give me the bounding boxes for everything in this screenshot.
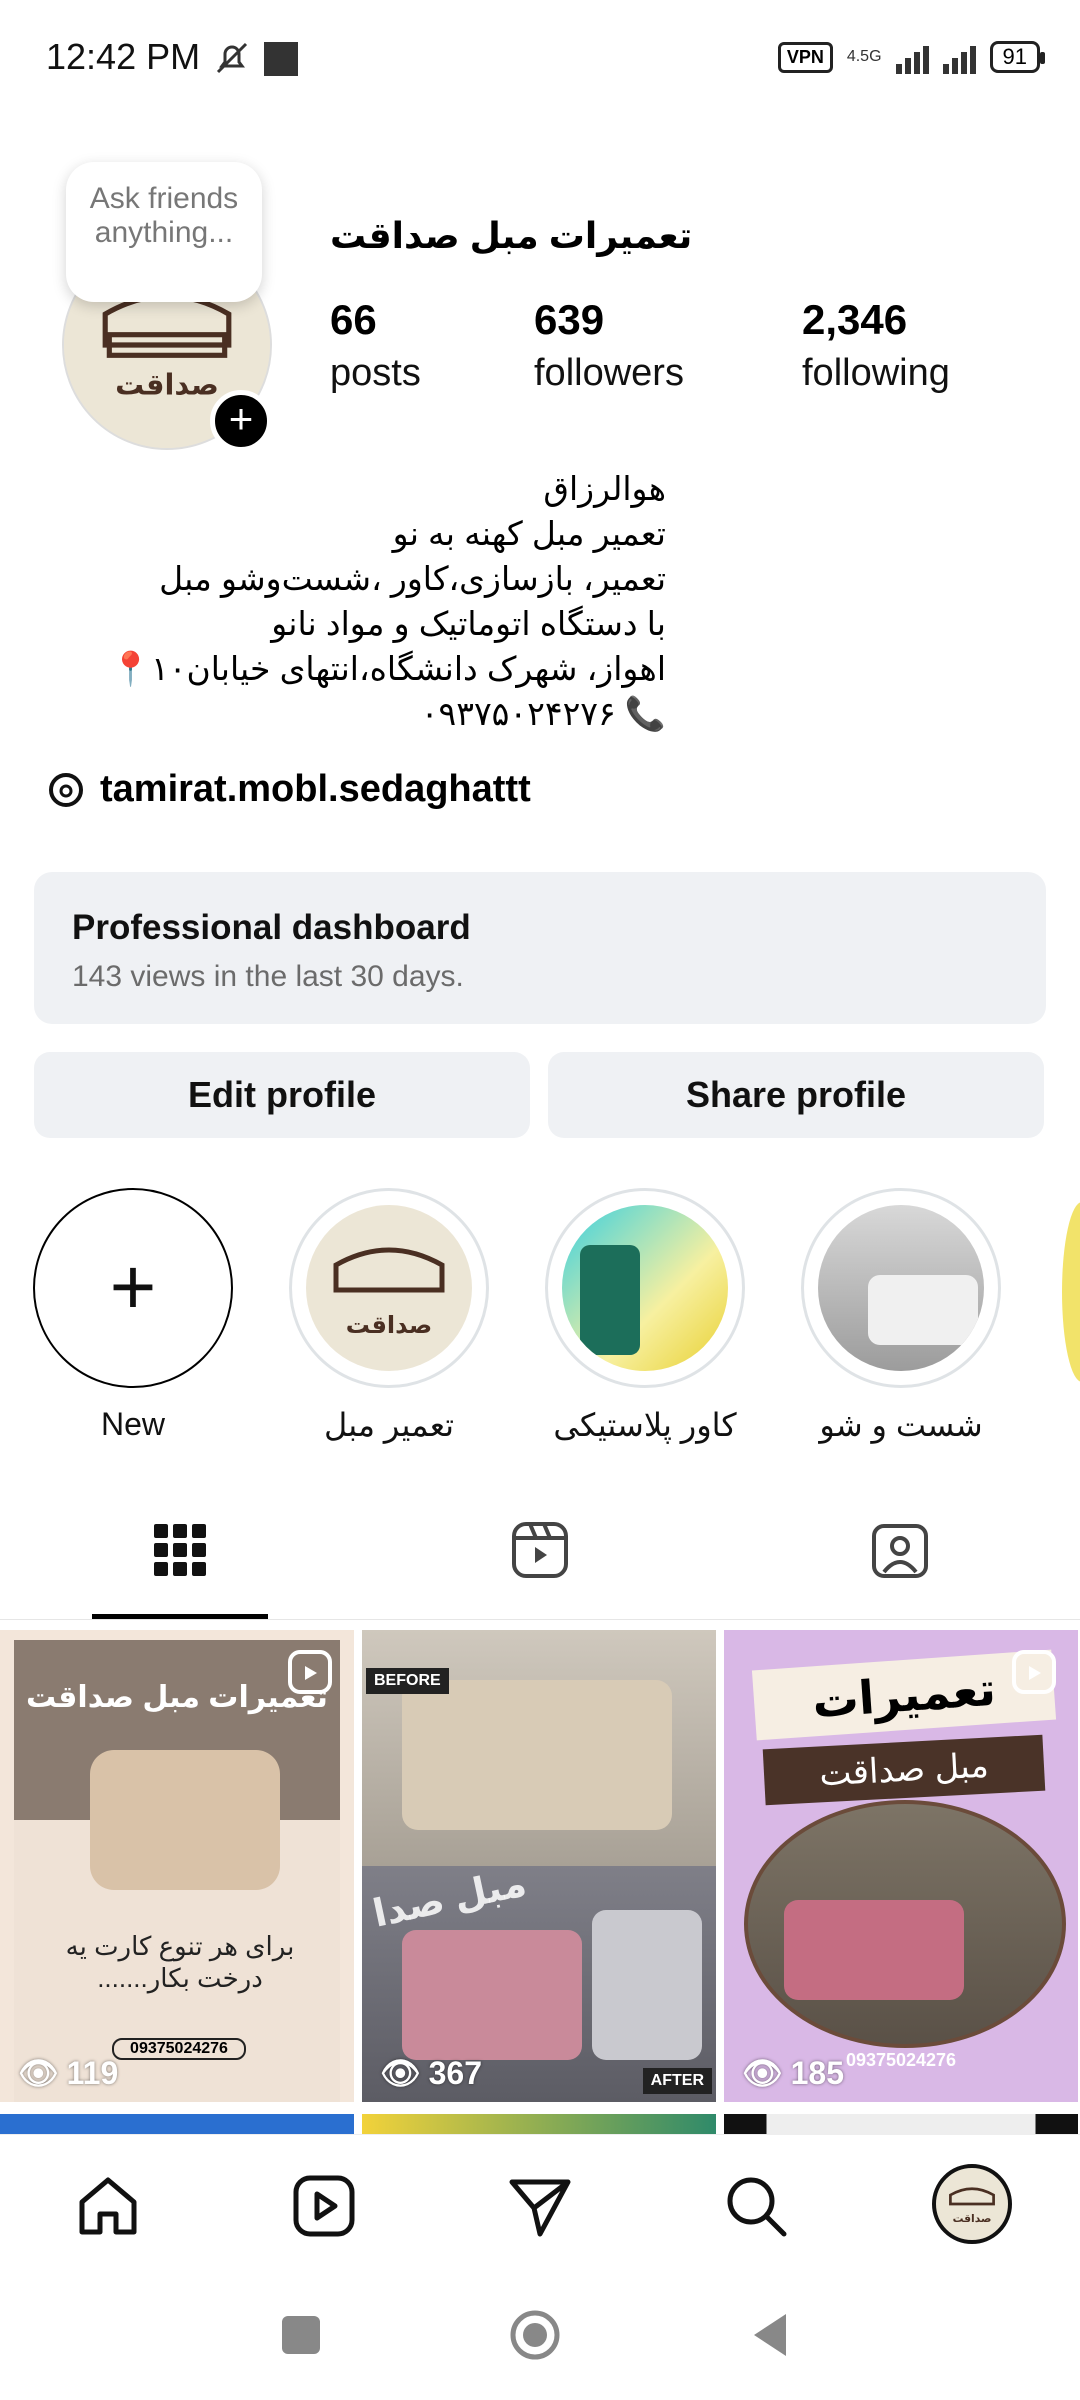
home-icon[interactable] <box>74 2172 142 2240</box>
note-bubble[interactable]: Ask friends anything... <box>66 162 262 302</box>
grid-tab-icon[interactable] <box>150 1520 210 1580</box>
bio-line: اهواز، شهرک دانشگاه،انتهای خیابان۱۰📍 <box>109 650 666 687</box>
threads-icon <box>49 772 83 807</box>
network-type: 4.5G <box>846 48 882 65</box>
post-caption: برای هر تنوع کارت یه درخت بکار....... <box>65 1931 295 1993</box>
profile-bio: هوالرزاق تعمیر مبل کهنه به نو تعمیر، باز… <box>46 466 666 736</box>
battery-indicator: 91 <box>989 41 1046 73</box>
recents-button[interactable] <box>282 2316 320 2354</box>
threads-handle: tamirat.mobl.sedaghattt <box>100 768 531 810</box>
post-views: 👁 185 <box>742 2054 845 2092</box>
profile-avatar-icon[interactable]: صداقت <box>932 2164 1012 2244</box>
stat-followers[interactable]: 639 followers <box>534 296 684 395</box>
dashboard-title: Professional dashboard <box>72 908 471 947</box>
posts-count: 66 <box>330 296 377 343</box>
bio-line: با دستگاه اتوماتیک و مواد نانو <box>271 605 666 642</box>
highlight-label: تعمیر مبل <box>323 1407 455 1443</box>
signal-icon <box>895 40 929 74</box>
bio-line: هوالرزاق <box>543 470 666 507</box>
following-label: following <box>802 352 950 394</box>
profile-name: تعمیرات مبل صداقت <box>330 215 693 256</box>
before-tag: BEFORE <box>366 1668 449 1694</box>
back-button[interactable] <box>750 2310 790 2360</box>
dashboard-subtitle: 143 views in the last 30 days. <box>72 960 464 993</box>
highlight-label: شست و شو <box>819 1407 983 1443</box>
tab-divider <box>0 1619 1080 1620</box>
bio-line: تعمیر، بازسازی،کاور ،شست‌وشو مبل <box>159 560 666 597</box>
bio-line: ۰۹۳۷۵۰۲۴۲۷۶ 📞 <box>420 695 666 732</box>
highlight-image <box>818 1205 984 1371</box>
highlight-3[interactable]: شست و شو <box>798 1188 1004 1444</box>
post-3[interactable]: تعمیرات مبل صداقت 09375024276 👁 185 <box>724 1630 1078 2102</box>
post-1[interactable]: تعمیرات مبل صداقت برای هر تنوع کارت یه د… <box>0 1630 354 2102</box>
eye-icon: 👁 <box>380 2055 421 2091</box>
post-title: تعمیرات <box>751 1649 1057 1741</box>
signal-icon-2 <box>942 40 976 74</box>
post-4-partial[interactable] <box>0 2114 354 2134</box>
post-6-partial[interactable] <box>724 2114 1078 2134</box>
add-story-icon[interactable]: + <box>210 390 272 452</box>
post-2[interactable]: BEFORE AFTER مبل صدا 👁 367 <box>362 1630 716 2102</box>
svg-text:صداقت: صداقت <box>115 367 219 401</box>
post-phone: 09375024276 <box>112 2038 246 2060</box>
post-views: 👁 367 <box>380 2054 483 2092</box>
followers-label: followers <box>534 352 684 394</box>
bio-line: تعمیر مبل کهنه به نو <box>392 515 666 552</box>
home-button[interactable] <box>510 2310 560 2360</box>
highlight-partial[interactable] <box>1062 1202 1080 1382</box>
reel-badge-icon <box>1012 1650 1056 1694</box>
vpn-badge: VPN <box>777 41 833 73</box>
threads-link[interactable]: tamirat.mobl.sedaghattt <box>46 768 531 811</box>
notification-square-icon <box>264 42 298 76</box>
professional-dashboard[interactable]: Professional dashboard 143 views in the … <box>34 872 1046 1024</box>
post-5-partial[interactable] <box>362 2114 716 2134</box>
posts-label: posts <box>330 352 421 394</box>
highlight-1[interactable]: صداقت تعمیر مبل <box>286 1188 492 1444</box>
status-icons: VPN 4.5G 91 <box>777 40 1046 74</box>
stat-posts[interactable]: 66 posts <box>330 296 421 395</box>
highlight-label: کاور پلاستیکی <box>553 1407 737 1443</box>
highlight-label: New <box>100 1406 165 1442</box>
highlight-2[interactable]: کاور پلاستیکی <box>542 1188 748 1444</box>
reels-nav-icon[interactable] <box>290 2172 358 2240</box>
following-count: 2,346 <box>802 296 908 343</box>
search-icon[interactable] <box>722 2172 790 2240</box>
eye-icon: 👁 <box>18 2055 59 2091</box>
after-tag: AFTER <box>642 2068 712 2094</box>
eye-icon: 👁 <box>742 2055 783 2091</box>
post-views: 👁 119 <box>18 2054 119 2092</box>
followers-count: 639 <box>534 296 605 343</box>
highlight-image <box>562 1205 728 1371</box>
reels-tab-icon[interactable] <box>510 1520 570 1580</box>
svg-text:صداقت: صداقت <box>953 2212 992 2225</box>
reel-badge-icon <box>288 1650 332 1694</box>
tagged-tab-icon[interactable] <box>870 1520 930 1580</box>
plus-icon: + <box>109 1242 157 1331</box>
edit-profile-button[interactable]: Edit profile <box>34 1052 530 1138</box>
status-time: 12:42 PM <box>46 36 201 77</box>
send-icon[interactable] <box>506 2172 574 2240</box>
highlight-image: صداقت <box>306 1205 472 1371</box>
svg-text:صداقت: صداقت <box>346 1311 432 1339</box>
stat-following[interactable]: 2,346 following <box>802 296 950 395</box>
silent-bell-icon <box>212 38 252 83</box>
share-profile-button[interactable]: Share profile <box>548 1052 1044 1138</box>
highlight-new[interactable]: + New <box>30 1188 236 1443</box>
post-subtitle: مبل صداقت <box>762 1734 1046 1806</box>
